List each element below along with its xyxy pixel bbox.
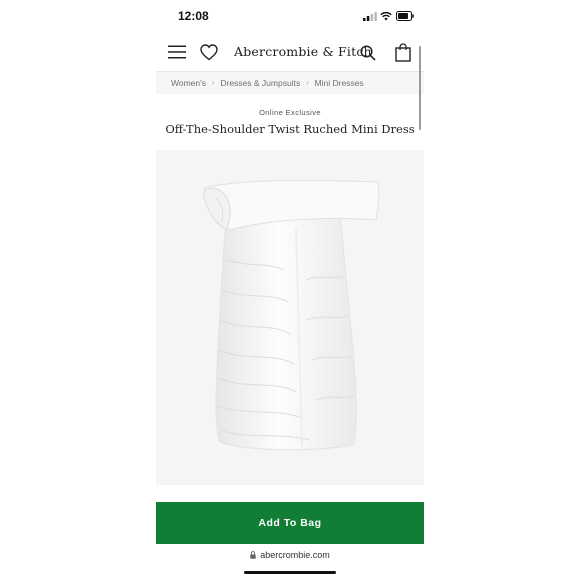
brand-logo[interactable]: Abercrombie & Fitch <box>234 44 372 59</box>
search-icon[interactable] <box>360 45 376 61</box>
battery-icon <box>396 11 414 21</box>
phone-screen: 12:08 Abercrombie & Fitch Women's › Dres… <box>156 0 424 580</box>
scrollbar-thumb[interactable] <box>419 46 421 130</box>
product-image[interactable] <box>156 150 424 485</box>
add-to-bag-button[interactable]: Add To Bag <box>156 502 424 544</box>
status-bar: 12:08 <box>156 0 424 34</box>
breadcrumb-dresses-jumpsuits[interactable]: Dresses & Jumpsuits <box>220 78 300 88</box>
menu-icon[interactable] <box>168 45 186 59</box>
breadcrumb: Women's › Dresses & Jumpsuits › Mini Dre… <box>156 72 424 94</box>
browser-url-bar[interactable]: abercrombie.com <box>156 550 424 560</box>
wifi-icon <box>380 11 392 21</box>
home-indicator[interactable] <box>244 571 336 574</box>
heart-icon[interactable] <box>200 44 218 61</box>
site-header: Abercrombie & Fitch <box>156 35 424 72</box>
product-title: Off-The-Shoulder Twist Ruched Mini Dress <box>165 122 415 136</box>
browser-url-text: abercrombie.com <box>260 550 330 560</box>
breadcrumb-mini-dresses[interactable]: Mini Dresses <box>315 78 364 88</box>
lock-icon <box>250 551 256 559</box>
cellular-signal-icon <box>363 12 377 21</box>
status-time: 12:08 <box>178 9 209 23</box>
bag-icon[interactable] <box>395 43 411 62</box>
chevron-right-icon: › <box>306 79 309 87</box>
dress-illustration <box>203 179 380 451</box>
chevron-right-icon: › <box>212 79 215 87</box>
product-badge: Online Exclusive <box>259 108 321 117</box>
breadcrumb-womens[interactable]: Women's <box>171 78 206 88</box>
